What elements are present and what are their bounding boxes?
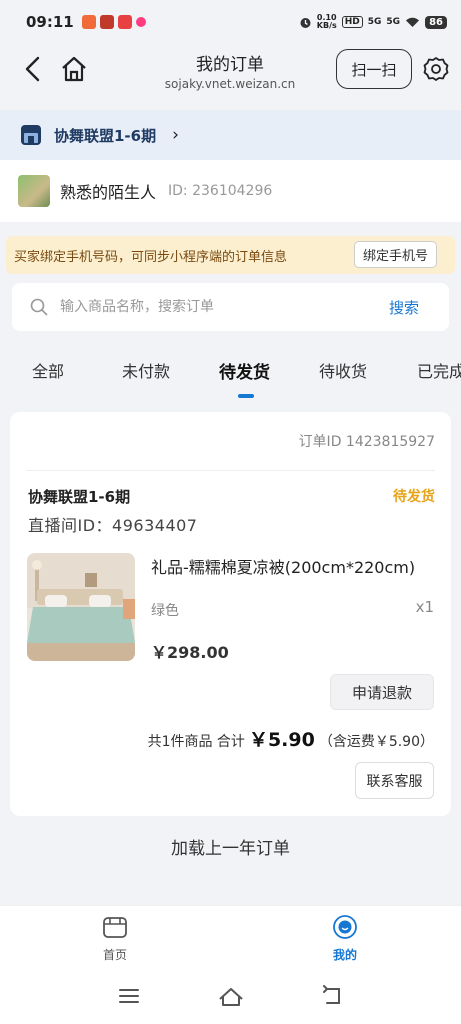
order-shop-name: 协舞联盟1-6期	[28, 488, 131, 506]
battery-indicator: 86	[425, 15, 447, 29]
page-title: 我的订单	[196, 55, 264, 75]
wifi-icon	[406, 17, 420, 27]
tabbar-mine-label: 我的	[332, 948, 357, 962]
status-badge: 待发货	[393, 489, 435, 505]
product-quantity: x1	[415, 598, 434, 616]
user-face-icon	[333, 915, 357, 939]
tabbar-home[interactable]: 首页	[75, 914, 155, 963]
status-bar: 09:11 0.10 KB/s HD 5G 5G 86	[0, 0, 461, 44]
search-input[interactable]	[60, 299, 360, 315]
home-icon[interactable]	[60, 56, 88, 82]
product-price: ￥298.00	[151, 643, 229, 662]
user-id: ID: 236104296	[168, 183, 273, 199]
signal-5g-1: 5G	[367, 17, 382, 27]
bed-photo	[27, 553, 135, 661]
alarm-icon	[300, 17, 311, 28]
notification-app-icon	[117, 15, 132, 29]
shipping-fee: （含运费￥5.90）	[318, 734, 434, 750]
notice-text: 买家绑定手机号码，可同步小程序端的订单信息	[14, 249, 288, 265]
contact-service-button[interactable]: 联系客服	[355, 762, 434, 799]
user-name: 熟悉的陌生人	[60, 183, 157, 202]
total-amount: ￥5.90	[248, 729, 315, 751]
tab-unpaid[interactable]: 未付款	[122, 358, 170, 382]
notification-app-icon	[99, 15, 114, 29]
title-block: 我的订单 sojaky.vnet.weizan.cn	[130, 50, 330, 91]
shop-name: 协舞联盟1-6期	[54, 126, 157, 145]
tabbar-home-label: 首页	[102, 948, 127, 962]
product-name[interactable]: 礼品-糯糯棉夏凉被(200cm*220cm)	[151, 554, 415, 578]
shop-icon	[21, 125, 41, 145]
signal-5g-2: 5G	[386, 17, 401, 27]
status-indicators: 0.10 KB/s HD 5G 5G 86	[299, 14, 447, 30]
scan-button[interactable]: 扫一扫	[336, 49, 412, 89]
notification-app-icon	[81, 15, 96, 29]
divider	[26, 470, 435, 471]
notification-app-icon	[135, 17, 146, 27]
tab-to-receive[interactable]: 待收货	[319, 358, 367, 382]
home-tab-icon	[103, 917, 127, 938]
search-icon	[30, 298, 48, 316]
back-arrow-icon[interactable]	[22, 56, 44, 82]
bind-phone-notice: 买家绑定手机号码，可同步小程序端的订单信息 绑定手机号	[6, 236, 455, 274]
tab-all[interactable]: 全部	[32, 358, 64, 382]
order-card: 订单ID 1423815927 协舞联盟1-6期 待发货 直播间ID：49634…	[10, 412, 451, 816]
tabbar-mine[interactable]: 我的	[305, 914, 385, 963]
user-info: 熟悉的陌生人 ID: 236104296	[0, 160, 461, 222]
load-previous-year-button[interactable]: 加载上一年订单	[0, 834, 461, 859]
tab-to-ship[interactable]: 待发货	[219, 358, 270, 383]
refund-button[interactable]: 申请退款	[330, 674, 434, 710]
search-button[interactable]: 搜索	[389, 297, 419, 318]
total-prefix: 共1件商品 合计	[147, 734, 245, 750]
avatar	[18, 175, 50, 207]
shop-bar[interactable]: 协舞联盟1-6期 ›	[0, 110, 461, 160]
back-nav-icon[interactable]	[322, 985, 344, 1007]
menu-icon[interactable]	[118, 985, 140, 1007]
active-tab-indicator	[238, 394, 254, 398]
net-speed: 0.10 KB/s	[316, 13, 337, 30]
status-time: 09:11	[26, 13, 74, 31]
order-total: 共1件商品 合计 ￥5.90 （含运费￥5.90）	[148, 725, 434, 752]
status-app-icons	[81, 15, 146, 29]
bind-phone-button[interactable]: 绑定手机号	[353, 241, 437, 268]
tab-completed[interactable]: 已完成	[417, 358, 461, 382]
nav-header: 我的订单 sojaky.vnet.weizan.cn 扫一扫	[0, 44, 461, 98]
product-image[interactable]	[27, 553, 135, 661]
order-tabs: 全部 未付款 待发货 待收货 已完成	[0, 350, 461, 400]
order-id: 订单ID 1423815927	[298, 434, 435, 450]
chevron-right-icon: ›	[172, 125, 179, 145]
live-room-id: 直播间ID：49634407	[28, 516, 198, 535]
bottom-tabbar: 首页 我的	[0, 905, 461, 973]
hd-indicator: HD	[341, 16, 363, 28]
page-url: sojaky.vnet.weizan.cn	[164, 77, 296, 91]
system-nav-bar	[0, 973, 461, 1024]
gear-icon[interactable]	[423, 56, 449, 82]
product-variant: 绿色	[151, 603, 179, 619]
home-nav-icon[interactable]	[218, 985, 244, 1007]
search-bar: 搜索	[12, 283, 449, 331]
